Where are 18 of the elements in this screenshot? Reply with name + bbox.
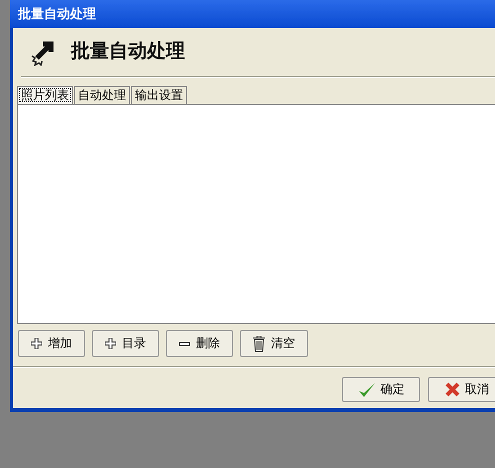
dialog-button[interactable]: 确定	[342, 377, 420, 402]
tab[interactable]: 输出设置	[131, 86, 187, 104]
plus-icon	[105, 338, 116, 349]
tab[interactable]: 自动处理	[74, 86, 130, 104]
window-title: 批量自动处理	[18, 6, 96, 23]
checkmark-icon	[358, 382, 376, 398]
list-button[interactable]: 删除	[166, 330, 233, 357]
photo-list[interactable]	[17, 104, 495, 324]
minus-icon	[179, 342, 190, 346]
cross-icon	[445, 382, 460, 397]
dialog-button[interactable]: 取消	[428, 377, 495, 402]
list-button[interactable]: 目录	[92, 330, 159, 357]
plus-icon	[31, 338, 42, 349]
list-button[interactable]: 清空	[240, 330, 308, 357]
trash-icon	[253, 336, 265, 352]
dialog-heading: 批量自动处理	[71, 39, 185, 64]
list-button[interactable]: 增加	[18, 330, 85, 357]
tab[interactable]: 照片列表	[17, 86, 73, 104]
